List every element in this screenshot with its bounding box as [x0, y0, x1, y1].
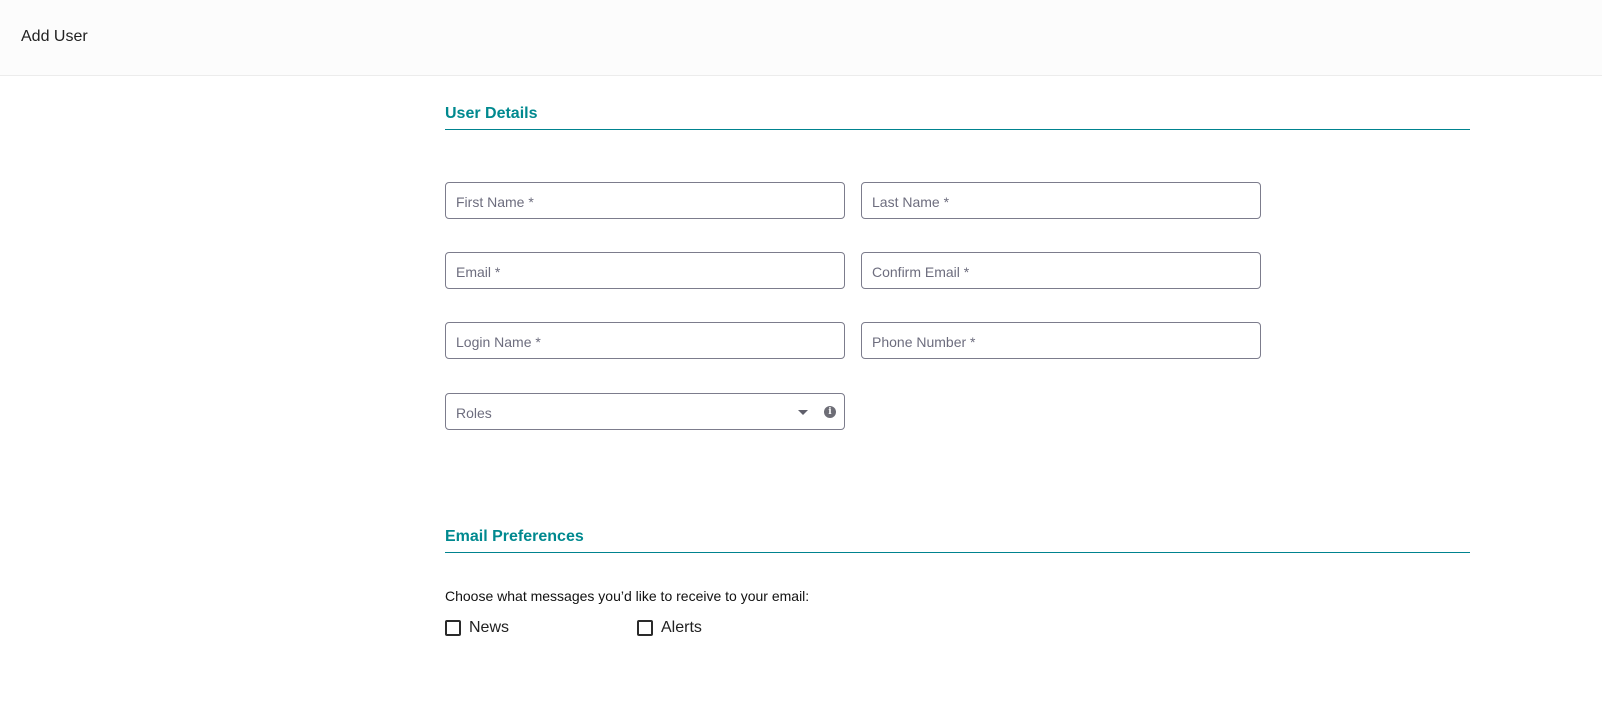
roles-select[interactable]: Roles i [445, 393, 845, 430]
confirm-email-input[interactable] [862, 253, 1260, 288]
last-name-input[interactable] [862, 183, 1260, 218]
news-checkbox[interactable] [445, 620, 461, 636]
last-name-field[interactable] [861, 182, 1261, 219]
email-preferences-heading: Email Preferences [445, 527, 1470, 553]
email-input[interactable] [446, 253, 844, 288]
login-name-input[interactable] [446, 323, 844, 358]
roles-select-label: Roles [456, 405, 492, 421]
user-details-heading: User Details [445, 104, 1470, 130]
news-option[interactable]: News [445, 618, 509, 638]
user-details-heading-text: User Details [445, 105, 538, 122]
login-name-field[interactable] [445, 322, 845, 359]
email-preferences-heading-text: Email Preferences [445, 528, 584, 545]
email-field[interactable] [445, 252, 845, 289]
chevron-down-icon[interactable] [798, 410, 808, 415]
confirm-email-field[interactable] [861, 252, 1261, 289]
alerts-checkbox[interactable] [637, 620, 653, 636]
phone-number-field[interactable] [861, 322, 1261, 359]
alerts-option[interactable]: Alerts [637, 618, 702, 638]
top-bar: Add User [0, 0, 1602, 76]
info-icon[interactable]: i [824, 406, 836, 418]
page-title: Add User [21, 28, 88, 45]
alerts-checkbox-label: Alerts [661, 619, 702, 636]
first-name-field[interactable] [445, 182, 845, 219]
phone-number-input[interactable] [862, 323, 1260, 358]
first-name-input[interactable] [446, 183, 844, 218]
email-preferences-description: Choose what messages you’d like to recei… [445, 588, 810, 604]
news-checkbox-label: News [469, 619, 510, 636]
